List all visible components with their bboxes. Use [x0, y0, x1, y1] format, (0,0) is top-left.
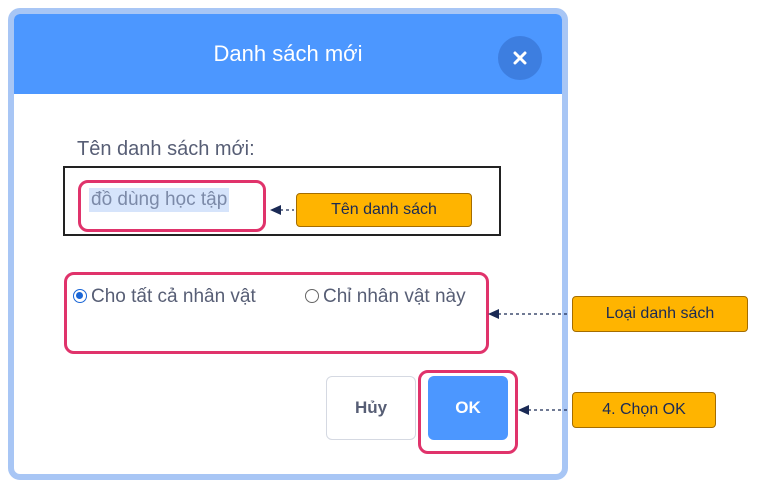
arrow-head-type: [488, 309, 499, 319]
arrow-head-ok: [518, 405, 529, 415]
annotation-list-type: Loại danh sách: [572, 296, 748, 332]
annotation-choose-ok: 4. Chọn OK: [572, 392, 716, 428]
annotation-list-name: Tên danh sách: [296, 193, 472, 227]
arrow-head-name: [270, 205, 281, 215]
